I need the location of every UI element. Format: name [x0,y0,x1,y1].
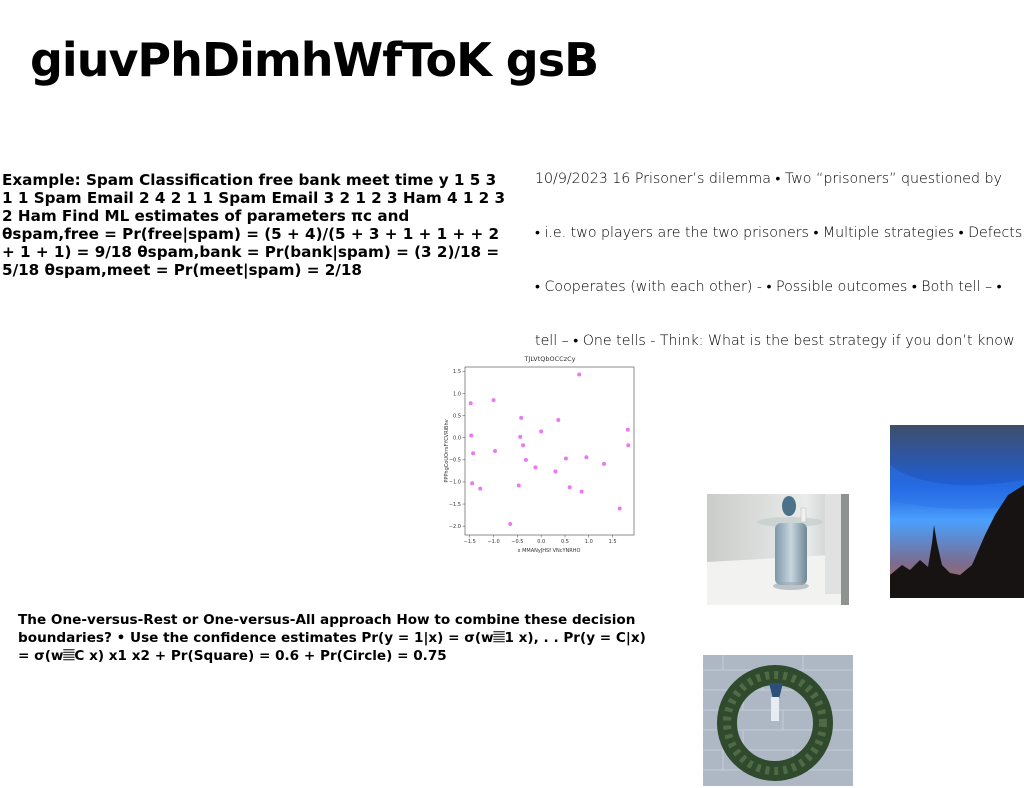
scatter-point [471,451,476,456]
scatter-point [470,481,475,486]
page-title: giuvPhDimhWfToK gsB [30,33,599,87]
scatter-point [516,483,521,488]
y-tick-label: −0.5 [449,458,461,464]
scatter-point [584,455,589,460]
plot-area [464,366,635,536]
scatter-point [563,456,568,461]
y-tick-label: −1.5 [449,502,461,508]
scatter-point [617,506,622,511]
scatter-point [577,372,582,377]
y-tick-label: 0.5 [453,413,461,419]
prisoner-line: • i.e. two players are the two prisoners… [535,225,1023,241]
scatter-point [468,401,473,406]
table-photo [707,494,849,605]
scatter-point [519,415,524,420]
x-tick-label: 1.0 [585,539,593,545]
y-tick-label: −2.0 [449,524,461,530]
scatter-point [602,461,607,466]
prisoner-line: 10/9/2023 16 Prisoner’s dilemma • Two “p… [535,171,1002,187]
scatter-point [523,457,528,462]
x-tick-label: −0.5 [511,539,523,545]
scatter-point [521,443,526,448]
scatter-point [492,449,497,453]
y-tick-label: 1.5 [453,369,461,375]
scatter-point [625,427,630,432]
scatter-point [518,434,523,439]
scatter-point [491,398,496,403]
scatter-point [626,443,631,448]
prisoner-line: • Cooperates (with each other) - • Possi… [535,279,1002,295]
scatter-point [556,418,561,423]
scatter-point [579,489,584,494]
y-tick-label: −1.0 [449,480,461,486]
sky-photo [890,425,1024,598]
scatter-point [567,485,572,490]
scatter-point [469,433,474,438]
scatter-point [478,486,483,491]
y-tick-label: 0.0 [453,436,461,442]
x-tick-label: 1.5 [609,539,617,545]
scatter-point [508,521,513,526]
x-axis: −1.5 −1.0 −0.5 0.0 0.5 1.0 1.5 [464,535,617,545]
prisoners-dilemma-text: 10/9/2023 16 Prisoner’s dilemma • Two “p… [535,134,1024,368]
prisoner-line: tell – • One tells - Think: What is the … [535,333,1015,349]
x-tick-label: 0.5 [561,539,569,545]
spam-classification-text: Example: Spam Classification free bank m… [2,171,506,279]
y-axis: 1.5 1.0 0.5 0.0 −0.5 −1.0 −1.5 −2.0 [449,369,465,530]
y-axis-label: PPPhgCoUOrrsFYCVRIBhv [444,419,450,482]
scatter-point [553,469,558,474]
y-tick-label: 1.0 [453,391,461,397]
scatter-point [539,429,544,434]
wreath-photo [703,655,853,786]
scatter-points [468,372,631,526]
scatter-point [533,465,538,470]
x-axis-label: x MMANyJHSf VNcYNRHO [518,548,581,554]
one-versus-rest-text: The One-versus-Rest or One-versus-All ap… [18,612,646,664]
x-tick-label: −1.5 [464,539,476,545]
x-tick-label: −1.0 [487,539,499,545]
chart-title: TJLVtQbOCCzCy [523,355,575,363]
x-tick-label: 0.0 [537,539,545,545]
scatter-chart: TJLVtQbOCCzCy −1.5 −1.0 −0.5 0.0 0.5 1.0 1.5 1… [444,355,635,554]
